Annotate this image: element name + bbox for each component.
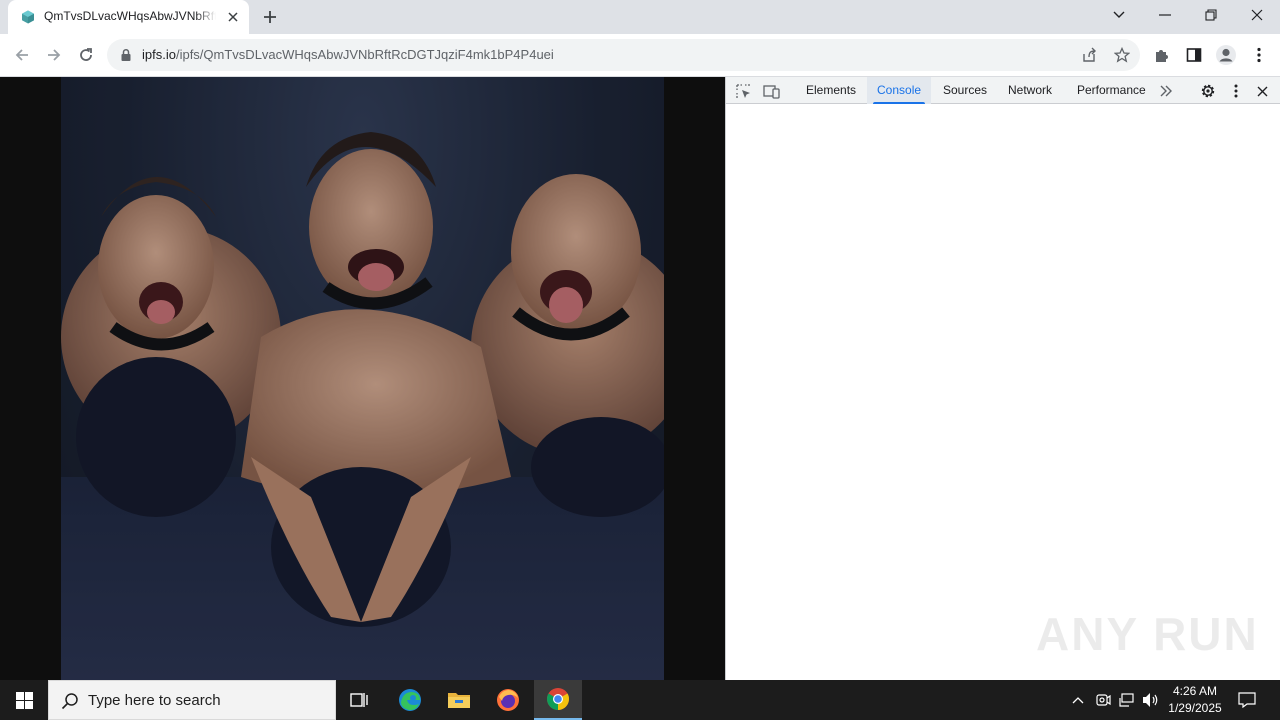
share-icon[interactable] (1079, 45, 1099, 65)
inspect-element-icon[interactable] (733, 81, 753, 101)
start-button[interactable] (0, 680, 48, 720)
address-bar[interactable]: ipfs.io/ipfs/QmTvsDLvacWHqsAbwJVNbRftRcD… (107, 39, 1140, 71)
url-host: ipfs.io (142, 47, 176, 62)
tray-meet-icon[interactable] (1093, 690, 1113, 710)
browser-menu-icon[interactable] (1248, 44, 1270, 66)
restore-icon (1205, 9, 1217, 21)
forward-button[interactable] (40, 41, 68, 69)
tray-network-icon[interactable] (1117, 690, 1137, 710)
task-view-icon (350, 693, 368, 707)
plus-icon (264, 11, 276, 23)
folder-icon (448, 693, 470, 708)
clock-date: 1/29/2025 (1168, 701, 1222, 715)
url-text[interactable]: ipfs.io/ipfs/QmTvsDLvacWHqsAbwJVNbRftRcD… (142, 47, 554, 62)
taskbar-search-box[interactable]: Type here to search (48, 680, 336, 720)
edge-browser-icon (399, 689, 421, 711)
clock-time: 4:26 AM (1172, 684, 1218, 698)
settings-gear-icon[interactable] (1198, 81, 1218, 101)
side-panel-icon[interactable] (1183, 44, 1205, 66)
devtools-tab-console[interactable]: Console (867, 77, 932, 104)
tab-close-icon[interactable] (224, 8, 242, 26)
tray-volume-icon[interactable] (1141, 690, 1161, 710)
page-photo (61, 77, 664, 680)
search-placeholder: Type here to search (88, 692, 221, 709)
photo-illustration (61, 77, 664, 680)
close-window-button[interactable] (1234, 0, 1280, 30)
new-tab-button[interactable] (257, 5, 283, 31)
firefox-icon (497, 689, 519, 711)
windows-taskbar: Type here to search 4:26 AM 1/29/2025 (0, 680, 1280, 720)
back-button[interactable] (8, 41, 36, 69)
devtools-tab-performance[interactable]: Performance (1067, 77, 1156, 104)
extensions-puzzle-icon[interactable] (1151, 44, 1173, 66)
browser-window: QmTvsDLvacWHqsAbwJVNbRftRcDGTJqziF4mk1bP… (0, 0, 1280, 680)
anyrun-watermark: ANY RUN (1036, 608, 1259, 660)
restore-button[interactable] (1188, 0, 1234, 30)
minimize-icon (1159, 14, 1171, 16)
devtools-tab-sources[interactable]: Sources (933, 77, 997, 104)
arrow-left-icon (15, 49, 28, 61)
devtools-panel: Elements Console Sources Network Perform… (725, 77, 1280, 680)
chevron-down-icon (1113, 11, 1125, 18)
url-path: /ipfs/QmTvsDLvacWHqsAbwJVNbRftRcDGTJqziF… (175, 47, 554, 62)
tab-search-button[interactable] (1096, 0, 1142, 30)
devtools-toolbar: Elements Console Sources Network Perform… (726, 77, 1280, 104)
notification-center-icon[interactable] (1237, 690, 1257, 710)
devtools-menu-icon[interactable] (1226, 81, 1246, 101)
devtools-tab-network[interactable]: Network (998, 77, 1062, 104)
taskbar-clock[interactable]: 4:26 AM 1/29/2025 (1164, 683, 1226, 717)
devtools-close-icon[interactable] (1252, 81, 1272, 101)
lock-icon[interactable] (119, 48, 133, 62)
taskbar-edge[interactable] (386, 680, 434, 720)
more-tabs-chevron-icon[interactable] (1156, 81, 1176, 101)
search-icon (61, 693, 78, 710)
taskbar-firefox[interactable] (484, 680, 532, 720)
bookmark-star-icon[interactable] (1112, 45, 1132, 65)
minimize-button[interactable] (1142, 0, 1188, 30)
tray-overflow-chevron-icon[interactable] (1068, 690, 1088, 710)
reload-button[interactable] (72, 41, 100, 69)
ipfs-cube-icon (22, 10, 34, 24)
profile-avatar-icon[interactable] (1215, 44, 1237, 66)
taskbar-chrome[interactable] (534, 680, 582, 720)
browser-tab[interactable]: QmTvsDLvacWHqsAbwJVNbRftRcDGTJqziF4mk1bP… (8, 0, 249, 34)
taskbar-file-explorer[interactable] (435, 680, 483, 720)
page-viewport (0, 77, 725, 680)
close-icon (1251, 9, 1263, 21)
reload-icon (80, 48, 92, 61)
chrome-icon (547, 688, 569, 710)
arrow-right-icon (48, 49, 61, 61)
devtools-tab-elements[interactable]: Elements (796, 77, 866, 104)
browser-toolbar: ipfs.io/ipfs/QmTvsDLvacWHqsAbwJVNbRftRcD… (0, 34, 1280, 77)
tab-title: QmTvsDLvacWHqsAbwJVNbRftRcDGTJqziF4mk1bP… (44, 9, 216, 23)
tab-strip: QmTvsDLvacWHqsAbwJVNbRftRcDGTJqziF4mk1bP… (0, 0, 1280, 34)
task-view-button[interactable] (336, 680, 384, 720)
device-toolbar-icon[interactable] (761, 81, 781, 101)
windows-logo-icon (15, 691, 33, 709)
